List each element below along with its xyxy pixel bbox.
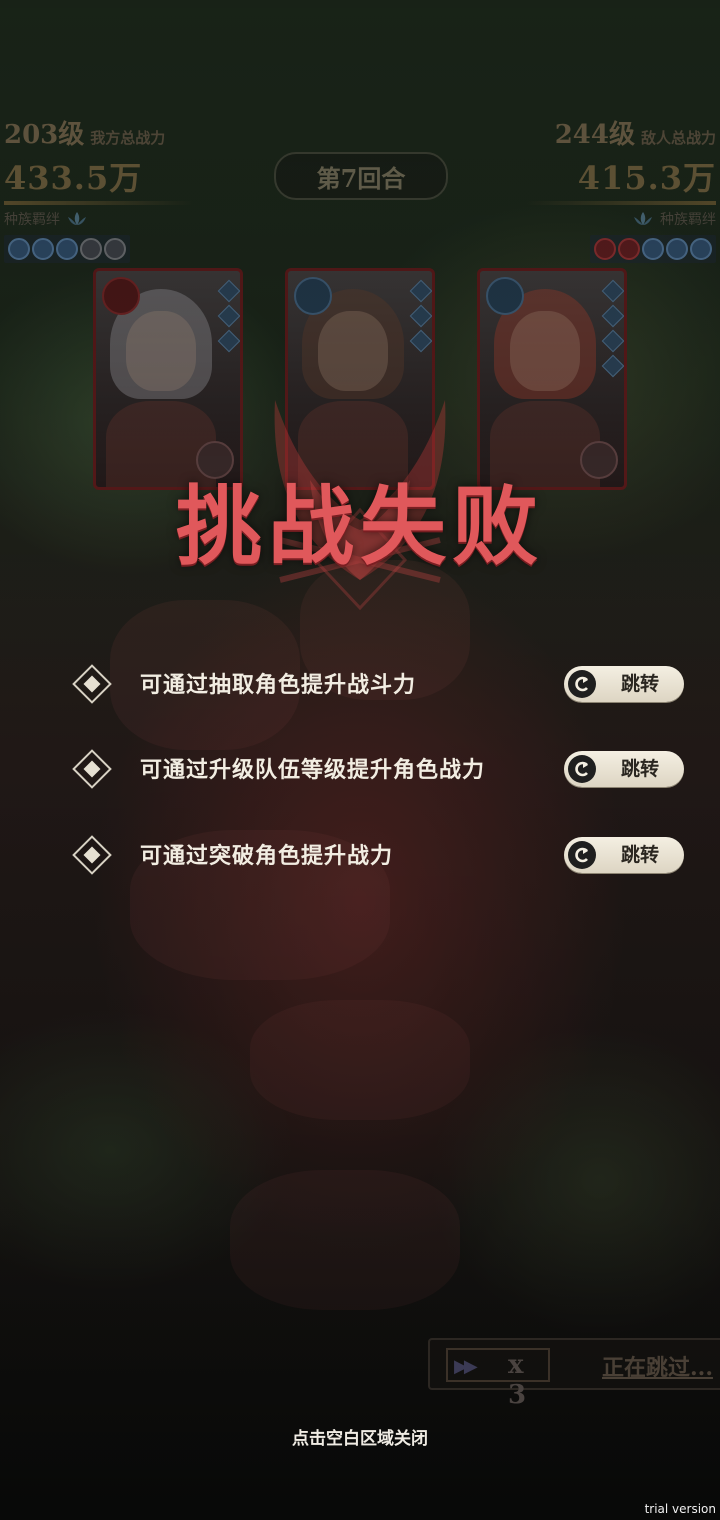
round-counter: 第7回合: [274, 152, 448, 200]
jump-button[interactable]: 跳转: [564, 751, 684, 787]
faction-emblem-icon: [102, 277, 140, 315]
enemy-faction-badges: [590, 235, 716, 263]
ally-total-power: 433.5万: [4, 159, 143, 197]
enemy-power-label: 敌人总战力: [640, 129, 716, 147]
star-gems: [409, 279, 432, 353]
jump-button-label: 跳转: [620, 758, 659, 780]
enemy-power-panel: 244级 敌人总战力 415.3万 种族羁绊: [516, 114, 716, 263]
ally-power-label: 我方总战力: [90, 129, 166, 147]
star-gems: [217, 279, 240, 353]
jump-button[interactable]: 跳转: [564, 666, 684, 702]
faction-badge-icon: [666, 238, 688, 260]
moon-badge-icon: [104, 238, 126, 260]
enemy-total-power: 415.3万: [577, 159, 716, 197]
ally-bond-label: 种族羁绊: [4, 212, 60, 228]
fast-forward-icon: ▶▶: [454, 1356, 478, 1377]
diamond-bullet-icon: [72, 749, 112, 789]
lotus-icon: [634, 212, 652, 225]
redirect-arrow-icon: [568, 841, 596, 869]
gem-icon: [601, 354, 624, 378]
redirect-arrow-icon: [568, 670, 596, 698]
moon-badge-icon: [80, 238, 102, 260]
faction-badge-icon: [8, 238, 30, 260]
hero-face: [126, 311, 196, 391]
battle-result-screen[interactable]: 203级 我方总战力 433.5万 种族羁绊 第7回合 244级 敌人总战力 4…: [0, 0, 720, 1520]
star-gems: [601, 279, 624, 378]
gem-icon: [601, 329, 624, 353]
gem-icon: [217, 279, 240, 303]
tip-text: 可通过升级队伍等级提升角色战力: [140, 757, 486, 783]
enemy-power-bar: [526, 201, 716, 205]
faction-badge-icon: [56, 238, 78, 260]
close-hint: 点击空白区域关闭: [292, 1429, 428, 1449]
ally-power-bar: [4, 201, 194, 205]
enemy-bond-label: 种族羁绊: [660, 212, 716, 228]
jump-button-label: 跳转: [620, 844, 659, 866]
trial-watermark: trial version: [644, 1502, 716, 1516]
lotus-icon: [68, 212, 86, 225]
faction-badge-icon: [690, 238, 712, 260]
faction-emblem-icon: [486, 277, 524, 315]
tip-text: 可通过抽取角色提升战斗力: [140, 672, 417, 698]
defeat-title: 挑战失败: [176, 476, 544, 577]
speed-multiplier: x 3: [508, 1350, 527, 1410]
faction-badge-icon: [594, 238, 616, 260]
gem-icon: [601, 304, 624, 328]
faction-badge-icon: [618, 238, 640, 260]
faction-badge-icon: [32, 238, 54, 260]
background-stone: [230, 1170, 460, 1310]
tip-text: 可通过突破角色提升战力: [140, 843, 394, 869]
redirect-arrow-icon: [568, 755, 596, 783]
gem-icon: [409, 329, 432, 353]
ally-level: 203级: [4, 120, 85, 150]
tip-row: 可通过抽取角色提升战斗力 跳转: [0, 664, 720, 704]
hero-face: [510, 311, 580, 391]
enemy-level: 244级: [554, 120, 635, 150]
ally-race-bond[interactable]: 种族羁绊: [4, 209, 204, 229]
hero-face: [318, 311, 388, 391]
ally-power-panel: 203级 我方总战力 433.5万 种族羁绊: [4, 114, 204, 263]
gem-icon: [601, 279, 624, 303]
skip-status[interactable]: 正在跳过...: [602, 1350, 713, 1382]
faction-emblem-icon: [294, 277, 332, 315]
background-stone: [250, 1000, 470, 1120]
speed-control-panel: ▶▶ x 3 正在跳过...: [428, 1338, 720, 1410]
gem-icon: [217, 329, 240, 353]
gem-icon: [217, 304, 240, 328]
gem-icon: [409, 279, 432, 303]
ally-faction-badges: [4, 235, 130, 263]
speed-toggle-button[interactable]: ▶▶ x 3: [446, 1348, 550, 1410]
enemy-race-bond[interactable]: 种族羁绊: [516, 209, 716, 229]
jump-button[interactable]: 跳转: [564, 837, 684, 873]
diamond-bullet-icon: [72, 664, 112, 704]
diamond-bullet-icon: [72, 835, 112, 875]
tip-row: 可通过升级队伍等级提升角色战力 跳转: [0, 749, 720, 789]
tip-row: 可通过突破角色提升战力 跳转: [0, 835, 720, 875]
faction-badge-icon: [642, 238, 664, 260]
jump-button-label: 跳转: [620, 673, 659, 695]
gem-icon: [409, 304, 432, 328]
